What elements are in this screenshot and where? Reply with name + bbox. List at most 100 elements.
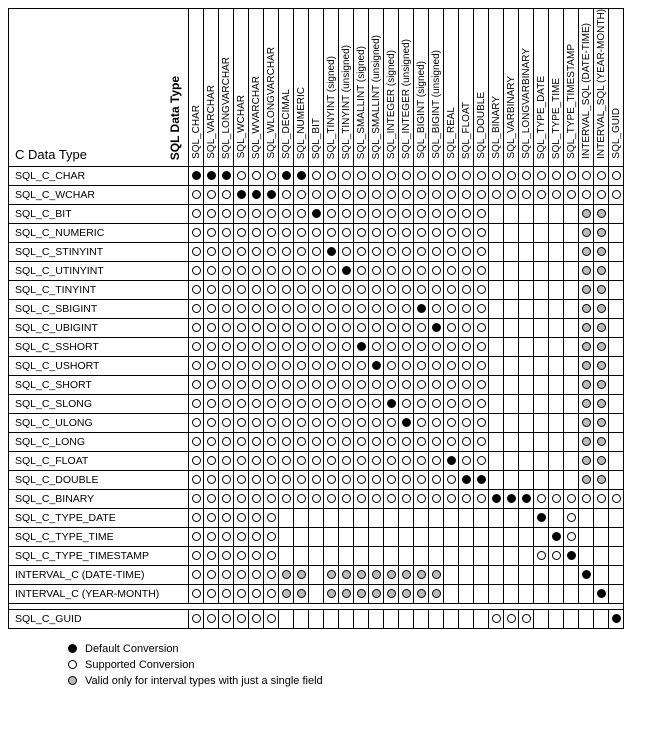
matrix-cell (339, 432, 354, 451)
open-circle-icon (402, 437, 411, 446)
matrix-cell (354, 451, 369, 470)
open-circle-icon (462, 266, 471, 275)
matrix-cell (549, 584, 564, 603)
open-circle-icon (432, 285, 441, 294)
matrix-cell (189, 356, 204, 375)
matrix-cell (369, 261, 384, 280)
matrix-cell (204, 223, 219, 242)
open-circle-icon (432, 418, 441, 427)
open-circle-icon (192, 475, 201, 484)
matrix-cell (504, 166, 519, 185)
open-circle-icon (567, 532, 576, 541)
matrix-cell (309, 565, 324, 584)
matrix-cell (414, 337, 429, 356)
open-circle-icon (192, 342, 201, 351)
open-circle-icon (387, 418, 396, 427)
open-circle-icon (222, 247, 231, 256)
open-circle-icon (312, 456, 321, 465)
row-header: SQL_C_UTINYINT (9, 261, 189, 280)
matrix-cell (414, 527, 429, 546)
matrix-cell (189, 508, 204, 527)
matrix-cell (339, 546, 354, 565)
matrix-cell (399, 337, 414, 356)
matrix-cell (399, 394, 414, 413)
matrix-cell (429, 356, 444, 375)
matrix-cell (279, 242, 294, 261)
matrix-cell (594, 413, 609, 432)
matrix-cell (339, 280, 354, 299)
open-circle-icon (282, 190, 291, 199)
open-circle-icon (417, 380, 426, 389)
open-circle-icon (222, 437, 231, 446)
matrix-cell (609, 508, 624, 527)
filled-circle-icon (537, 513, 546, 522)
matrix-cell (579, 432, 594, 451)
gray-circle-icon (597, 437, 606, 446)
open-circle-icon (207, 209, 216, 218)
matrix-cell (219, 318, 234, 337)
matrix-cell (264, 413, 279, 432)
open-circle-icon (297, 494, 306, 503)
matrix-cell (549, 299, 564, 318)
open-circle-icon (372, 494, 381, 503)
column-header-label: SQL_GUID (611, 108, 622, 159)
open-circle-icon (417, 190, 426, 199)
matrix-cell (324, 337, 339, 356)
matrix-cell (459, 356, 474, 375)
gray-circle-icon (597, 266, 606, 275)
open-circle-icon (552, 190, 561, 199)
matrix-cell (384, 204, 399, 223)
matrix-cell (609, 546, 624, 565)
matrix-cell (549, 451, 564, 470)
open-circle-icon (312, 475, 321, 484)
matrix-cell (489, 166, 504, 185)
open-circle-icon (312, 361, 321, 370)
matrix-cell (234, 527, 249, 546)
open-circle-icon (342, 171, 351, 180)
matrix-cell (354, 356, 369, 375)
gray-circle-icon (582, 285, 591, 294)
matrix-cell (204, 166, 219, 185)
matrix-cell (609, 432, 624, 451)
gray-circle-icon (597, 342, 606, 351)
matrix-cell (609, 318, 624, 337)
matrix-cell (459, 609, 474, 628)
open-circle-icon (372, 399, 381, 408)
matrix-cell (279, 432, 294, 451)
open-circle-icon (252, 380, 261, 389)
open-circle-icon (327, 323, 336, 332)
matrix-cell (264, 584, 279, 603)
open-circle-icon (462, 399, 471, 408)
matrix-cell (414, 508, 429, 527)
open-circle-icon (492, 190, 501, 199)
column-header-label: SQL_REAL (446, 107, 457, 159)
matrix-cell (519, 280, 534, 299)
matrix-cell (354, 318, 369, 337)
matrix-cell (564, 546, 579, 565)
open-circle-icon (462, 304, 471, 313)
matrix-cell (279, 261, 294, 280)
gray-circle-icon (342, 570, 351, 579)
open-circle-icon (417, 418, 426, 427)
matrix-cell (219, 508, 234, 527)
matrix-cell (324, 299, 339, 318)
column-header: SQL_TINYINT (signed) (324, 9, 339, 167)
matrix-cell (534, 337, 549, 356)
open-circle-icon (402, 399, 411, 408)
matrix-cell (384, 565, 399, 584)
matrix-cell (489, 584, 504, 603)
matrix-cell (549, 185, 564, 204)
open-circle-icon (207, 361, 216, 370)
matrix-cell (534, 375, 549, 394)
matrix-cell (489, 204, 504, 223)
matrix-cell (279, 565, 294, 584)
matrix-cell (204, 546, 219, 565)
gray-circle-icon (432, 589, 441, 598)
matrix-cell (309, 280, 324, 299)
matrix-cell (234, 337, 249, 356)
open-circle-icon (342, 323, 351, 332)
matrix-cell (384, 280, 399, 299)
matrix-cell (609, 489, 624, 508)
matrix-cell (234, 299, 249, 318)
matrix-cell (504, 356, 519, 375)
